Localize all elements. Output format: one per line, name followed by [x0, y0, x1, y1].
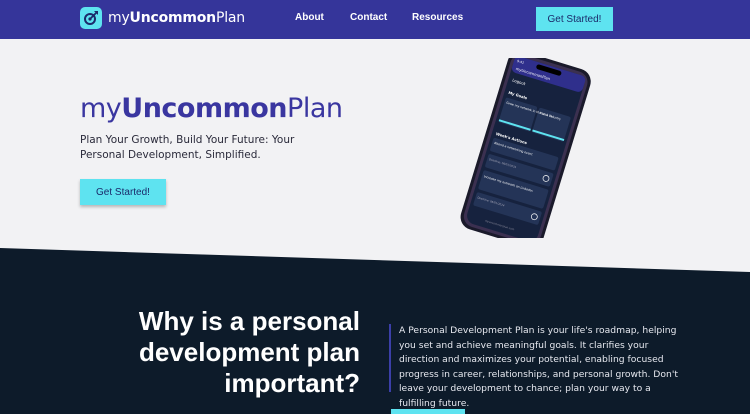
phone-mockup: 9:41 myUncommonPlan Logout My Goals Grow… — [460, 58, 591, 238]
hero-get-started-button[interactable]: Get Started! — [80, 179, 166, 205]
nav-resources-link[interactable]: Resources — [412, 12, 463, 23]
hero-tagline: Plan Your Growth, Build Your Future: You… — [80, 134, 295, 161]
why-divider — [389, 324, 391, 392]
why-cta-button[interactable] — [391, 409, 465, 414]
header-logo[interactable]: myUncommonPlan — [80, 7, 245, 29]
hero-brand-title: myUncommonPlan — [80, 93, 343, 124]
logo-wordmark: myUncommonPlan — [108, 10, 245, 26]
why-body-text: A Personal Development Plan is your life… — [399, 325, 678, 409]
why-heading: Why is a personal development plan impor… — [138, 306, 360, 398]
header-get-started-button[interactable]: Get Started! — [536, 7, 613, 31]
target-icon — [80, 7, 102, 29]
top-navbar: myUncommonPlan About Contact Resources G… — [0, 0, 750, 39]
nav-about-link[interactable]: About — [295, 12, 324, 23]
nav-contact-link[interactable]: Contact — [350, 12, 387, 23]
